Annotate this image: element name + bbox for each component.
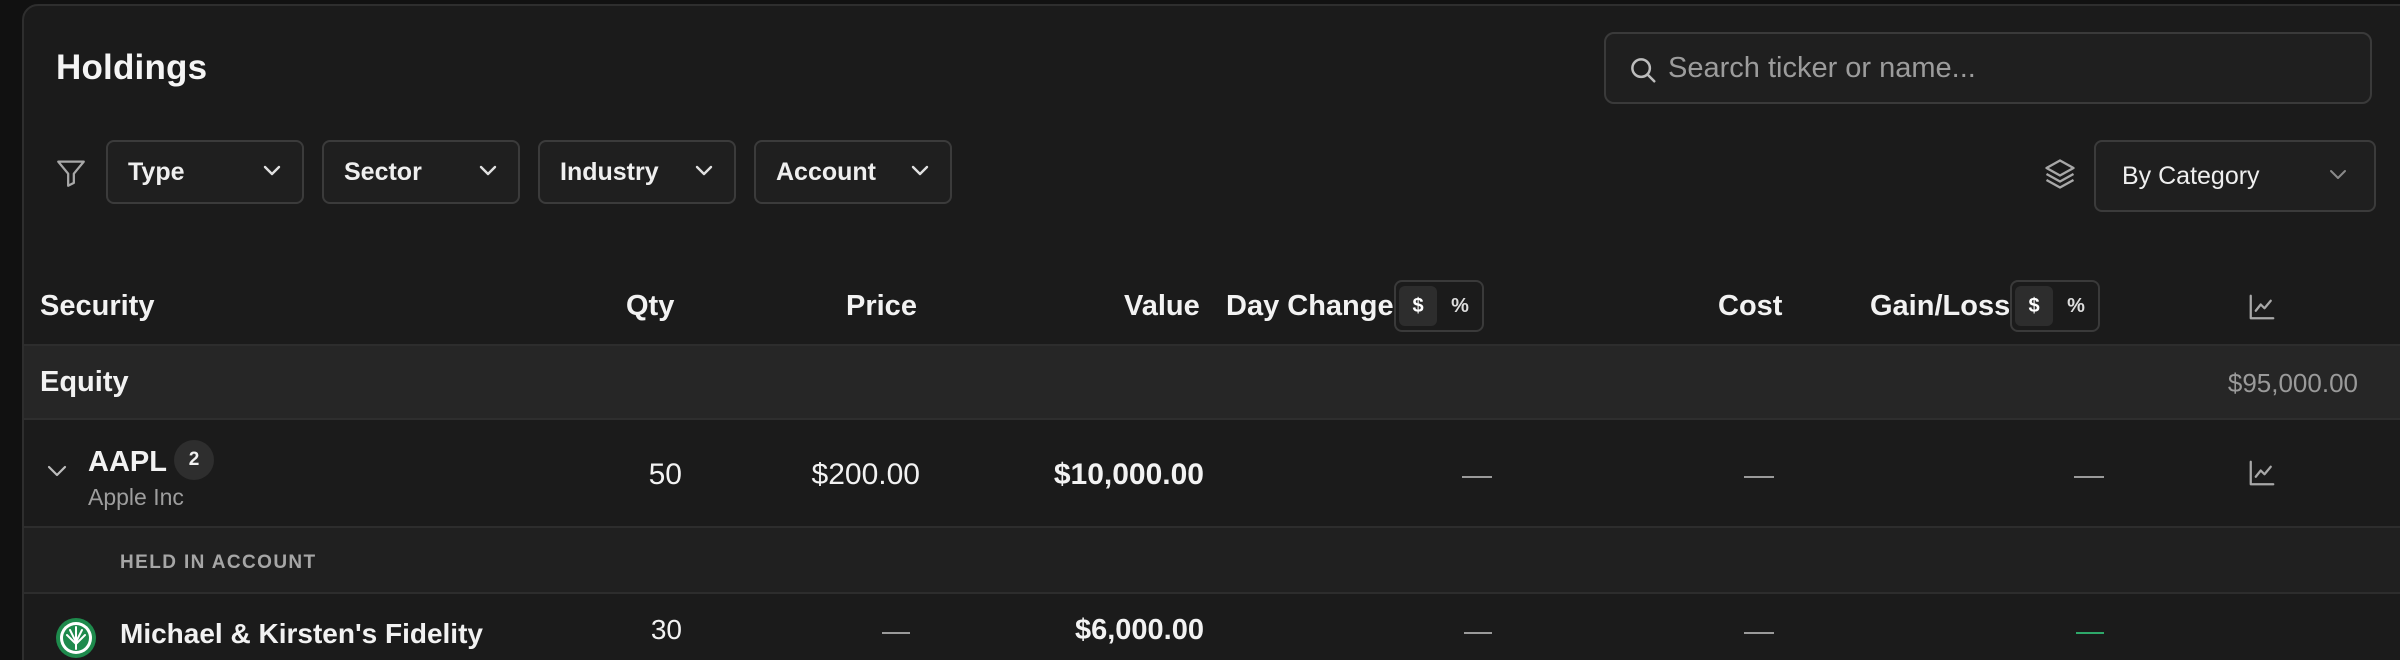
header-qty[interactable]: Qty xyxy=(626,290,674,323)
day-change-dollar-option[interactable]: $ xyxy=(1399,286,1437,326)
industry-filter-label: Industry xyxy=(560,157,659,186)
chevron-down-icon xyxy=(695,165,713,176)
category-row[interactable]: Equity $95,000.00 xyxy=(24,346,2400,420)
chart-line-icon[interactable] xyxy=(2246,458,2278,488)
day-change-unit-toggle[interactable]: $ % xyxy=(1394,280,1484,332)
category-total-cell: $95,000.00 xyxy=(2024,346,2372,420)
search-icon xyxy=(1631,58,1656,83)
group-by-dropdown[interactable]: By Category xyxy=(2094,140,2376,212)
lot-count-badge: 2 xyxy=(174,440,214,480)
table-row[interactable]: AAPL 2 Apple Inc 50 $200.00 $10,000.00 xyxy=(24,420,2400,528)
chevron-down-icon xyxy=(479,165,497,176)
qty-cell: 50 xyxy=(648,458,682,491)
account-filter-dropdown[interactable]: Account xyxy=(754,140,952,204)
header-gain-loss[interactable]: Gain/Loss xyxy=(1870,290,2010,323)
category-total: $95,000.00 xyxy=(2227,368,2358,398)
account-qty-cell: 30 xyxy=(650,614,682,645)
chevron-down-icon xyxy=(263,165,281,176)
account-cost-cell xyxy=(1744,632,1774,634)
header-value[interactable]: Value xyxy=(1124,290,1200,323)
page-title: Holdings xyxy=(56,48,208,87)
account-day-change-cell xyxy=(1464,632,1492,634)
gain-loss-cell xyxy=(2074,476,2104,478)
gain-loss-percent-option[interactable]: % xyxy=(2057,286,2095,326)
price-cell: $200.00 xyxy=(811,458,920,491)
header-cost[interactable]: Cost xyxy=(1718,290,1782,323)
gain-loss-unit-toggle[interactable]: $ % xyxy=(2010,280,2100,332)
sector-filter-label: Sector xyxy=(344,157,422,186)
group-by-value: By Category xyxy=(2122,161,2260,190)
fidelity-logo xyxy=(56,618,96,658)
account-price-cell xyxy=(882,632,910,634)
account-name: Michael & Kirsten's Fidelity xyxy=(120,618,483,649)
chevron-down-icon[interactable] xyxy=(46,464,68,478)
header-security[interactable]: Security xyxy=(40,290,154,323)
day-change-cell xyxy=(1462,476,1492,478)
header-price[interactable]: Price xyxy=(846,290,917,323)
account-filter-label: Account xyxy=(776,157,876,186)
account-row[interactable]: Michael & Kirsten's Fidelity 30 $6,000.0… xyxy=(24,594,2400,660)
ticker-symbol: AAPL xyxy=(88,446,167,478)
search-input[interactable] xyxy=(1668,34,2348,102)
chevron-down-icon xyxy=(911,165,929,176)
layers-icon xyxy=(2045,159,2075,189)
account-gain-loss-cell xyxy=(2076,632,2104,634)
held-in-account-header: HELD IN ACCOUNT xyxy=(24,528,2400,594)
gain-loss-dollar-option[interactable]: $ xyxy=(2015,286,2053,326)
category-name: Equity xyxy=(40,366,129,398)
holdings-panel: Holdings Type Sector Industry Account By… xyxy=(22,4,2400,660)
held-in-account-label: HELD IN ACCOUNT xyxy=(120,552,317,573)
company-name: Apple Inc xyxy=(88,484,184,510)
chart-line-icon[interactable] xyxy=(2246,292,2278,322)
cost-cell xyxy=(1744,476,1774,478)
table-header: Security Qty Price Value Day Change $ % … xyxy=(24,266,2400,346)
type-filter-label: Type xyxy=(128,157,185,186)
type-filter-dropdown[interactable]: Type xyxy=(106,140,304,204)
filter-icon xyxy=(57,160,85,187)
account-value-cell: $6,000.00 xyxy=(1074,614,1204,646)
chevron-down-icon xyxy=(2330,170,2346,179)
day-change-percent-option[interactable]: % xyxy=(1441,286,1479,326)
header-day-change[interactable]: Day Change xyxy=(1226,290,1394,323)
sector-filter-dropdown[interactable]: Sector xyxy=(322,140,520,204)
value-cell: $10,000.00 xyxy=(1053,458,1204,491)
industry-filter-dropdown[interactable]: Industry xyxy=(538,140,736,204)
search-box[interactable] xyxy=(1604,32,2372,104)
